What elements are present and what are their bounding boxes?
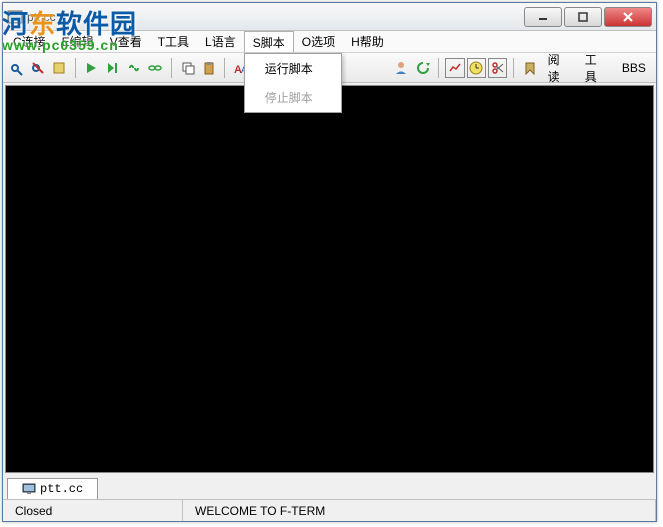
maximize-icon — [578, 12, 588, 22]
tab-ptt[interactable]: ptt.cc — [7, 478, 98, 499]
menu-tool[interactable]: T工具 — [150, 31, 197, 52]
toolbar-play-icon[interactable] — [82, 58, 101, 78]
toolbar-bbs-button[interactable]: BBS — [616, 61, 652, 75]
dropdown-stop-script: 停止脚本 — [245, 83, 341, 112]
titlebar: ptt.cc — [3, 3, 656, 31]
close-button[interactable] — [604, 7, 652, 27]
toolbar-chain-icon[interactable] — [146, 58, 165, 78]
menu-script-label: S脚本 — [253, 34, 285, 51]
menu-view[interactable]: V查看 — [102, 31, 150, 52]
toolbar-tool-button[interactable]: 工具 — [579, 51, 614, 85]
toolbar-separator — [75, 58, 76, 78]
toolbar-paste-icon[interactable] — [199, 58, 218, 78]
menu-edit[interactable]: E编辑 — [54, 31, 102, 52]
toolbar-bookmark-icon[interactable] — [520, 58, 539, 78]
statusbar: Closed WELCOME TO F-TERM — [3, 499, 656, 521]
toolbar-user-icon[interactable] — [392, 58, 411, 78]
menu-script[interactable]: S脚本 运行脚本 停止脚本 — [244, 31, 294, 52]
menu-connect[interactable]: C连接 — [5, 31, 54, 52]
status-welcome: WELCOME TO F-TERM — [183, 500, 656, 521]
toolbar-separator — [171, 58, 172, 78]
maximize-button[interactable] — [564, 7, 602, 27]
main-window: ptt.cc C连接 E编辑 V查看 T工具 L语言 S脚本 运行脚本 — [2, 2, 657, 522]
close-icon — [622, 12, 634, 22]
status-state: Closed — [3, 500, 183, 521]
menu-help[interactable]: H帮助 — [343, 31, 392, 52]
script-dropdown: 运行脚本 停止脚本 — [244, 53, 342, 113]
app-icon — [7, 9, 23, 25]
menu-language[interactable]: L语言 — [197, 31, 244, 52]
toolbar-scissors-icon[interactable] — [488, 58, 507, 78]
toolbar-clock-icon[interactable] — [467, 58, 486, 78]
toolbar-disconnect-icon[interactable] — [28, 58, 47, 78]
tabbar: ptt.cc — [3, 475, 656, 499]
toolbar-read-button[interactable]: 阅读 — [542, 51, 577, 85]
tab-label: ptt.cc — [40, 482, 83, 496]
minimize-icon — [538, 12, 548, 22]
toolbar-separator — [438, 58, 439, 78]
toolbar-separator — [224, 58, 225, 78]
toolbar-refresh-icon[interactable] — [413, 58, 432, 78]
toolbar-skip-icon[interactable] — [103, 58, 122, 78]
toolbar-connect-icon[interactable] — [7, 58, 26, 78]
minimize-button[interactable] — [524, 7, 562, 27]
toolbar-chart-icon[interactable] — [445, 58, 464, 78]
menubar: C连接 E编辑 V查看 T工具 L语言 S脚本 运行脚本 停止脚本 O选项 H帮… — [3, 31, 656, 53]
dropdown-run-script[interactable]: 运行脚本 — [245, 54, 341, 83]
toolbar-separator — [513, 58, 514, 78]
monitor-icon — [22, 483, 36, 495]
menu-option[interactable]: O选项 — [294, 31, 343, 52]
toolbar-link-icon[interactable] — [124, 58, 143, 78]
toolbar-addressbook-icon[interactable] — [50, 58, 69, 78]
title-text: ptt.cc — [27, 10, 522, 24]
toolbar-copy-icon[interactable] — [178, 58, 197, 78]
terminal-view[interactable] — [5, 85, 654, 473]
